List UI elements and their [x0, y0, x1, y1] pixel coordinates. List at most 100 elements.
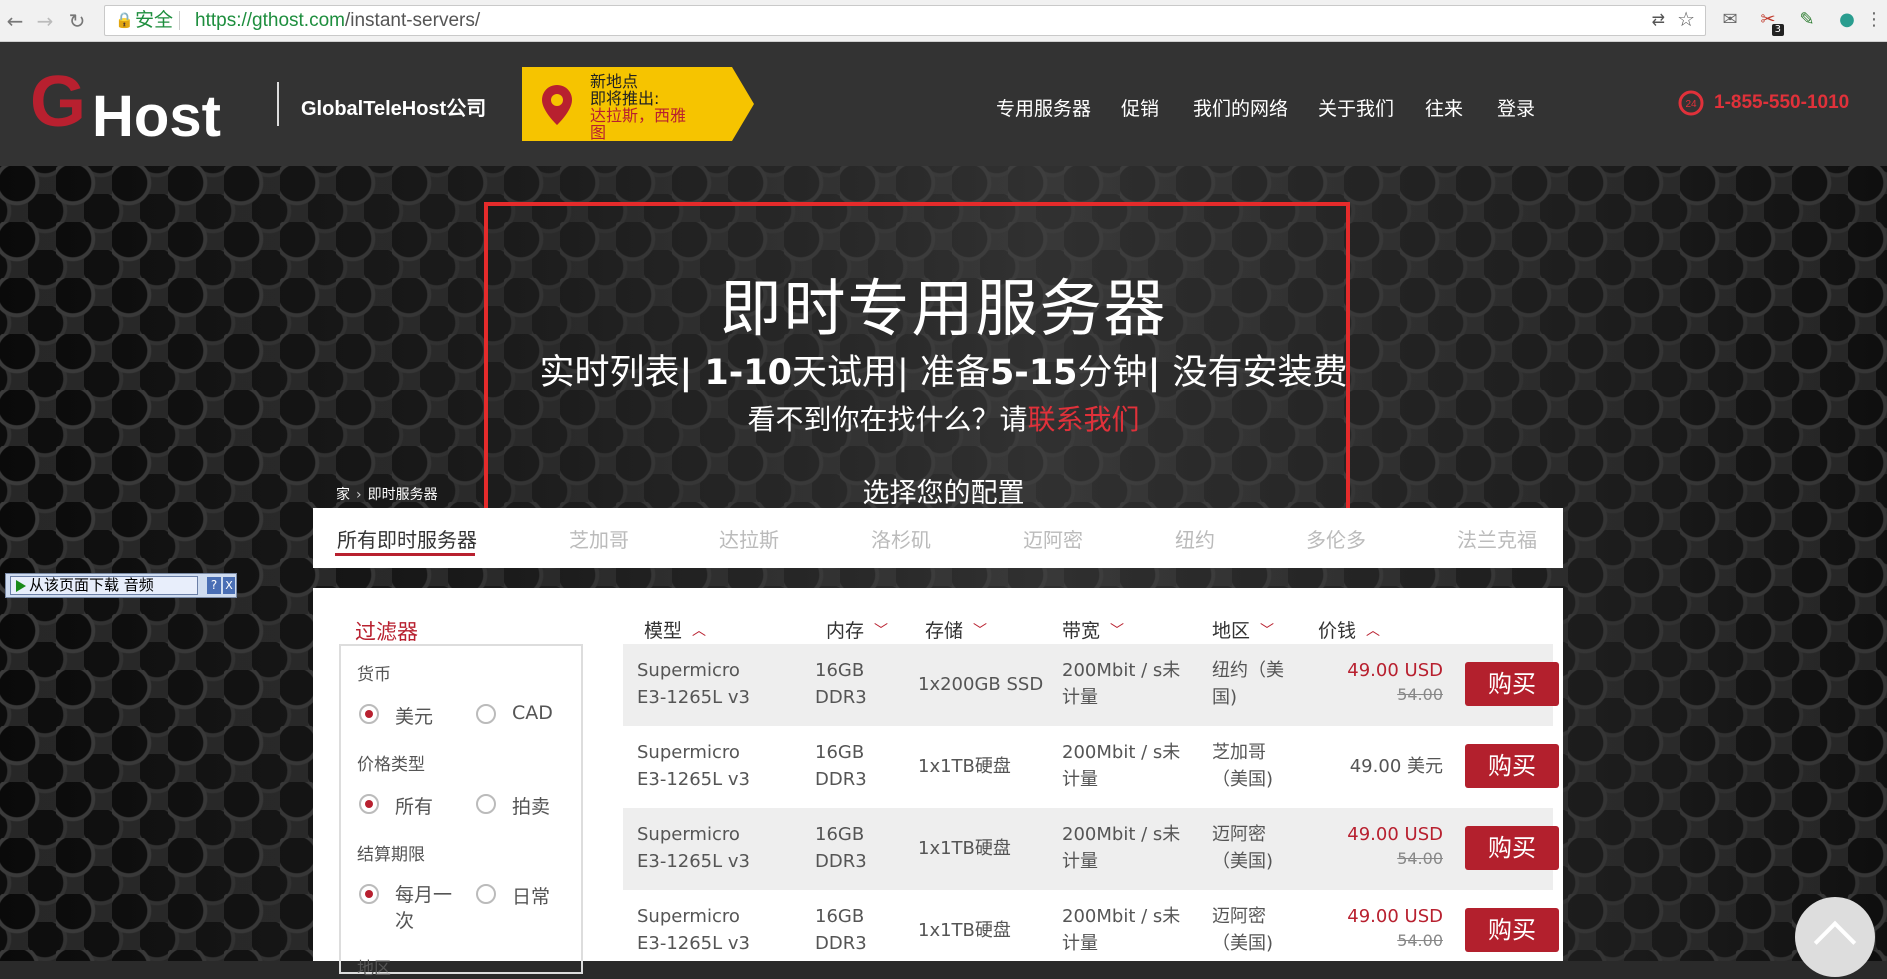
- currency-cad-label[interactable]: CAD: [512, 702, 553, 724]
- contact-prompt: 看不到你在找什么？请: [747, 403, 1028, 436]
- billing-monthly-label[interactable]: 每月一次: [395, 882, 459, 934]
- sort-up-icon: ︿: [692, 623, 707, 639]
- col-price[interactable]: 价钱 ︿: [1318, 616, 1380, 643]
- price-type-auction-radio[interactable]: [476, 794, 496, 814]
- billing-monthly-radio[interactable]: [359, 884, 379, 904]
- ram-line1: 16GB: [815, 824, 865, 845]
- promo-line1: 新地点: [590, 72, 639, 91]
- mail-extension-icon[interactable]: ✉: [1718, 8, 1742, 32]
- buy-button[interactable]: 购买: [1465, 826, 1559, 870]
- tab-frankfurt[interactable]: 法兰克福: [1457, 524, 1537, 553]
- model-line1: Supermicro: [637, 824, 740, 845]
- sort-down-icon: ﹀: [874, 623, 889, 639]
- ram-line1: 16GB: [815, 742, 865, 763]
- model-line1: Supermicro: [637, 742, 740, 763]
- nav-about-us[interactable]: 关于我们: [1318, 94, 1394, 121]
- company-name: GlobalTeleHost公司: [301, 98, 487, 120]
- ram-cell: 16GB DDR3: [815, 821, 867, 875]
- buy-button[interactable]: 购买: [1465, 908, 1559, 952]
- tab-miami[interactable]: 迈阿密: [1023, 524, 1083, 553]
- scroll-to-top-button[interactable]: [1795, 897, 1875, 977]
- model-cell: Supermicro E3-1265L v3: [637, 739, 750, 793]
- currency-usd-radio[interactable]: [359, 704, 379, 724]
- download-audio-button[interactable]: 从该页面下载 音频: [10, 576, 198, 595]
- tab-all-instant-servers[interactable]: 所有即时服务器: [337, 524, 477, 553]
- region-line1: 迈阿密: [1212, 906, 1266, 927]
- tab-chicago[interactable]: 芝加哥: [569, 524, 629, 553]
- location-tabs: 所有即时服务器 芝加哥 达拉斯 洛杉矶 迈阿密 纽约 多伦多 法兰克福: [313, 508, 1563, 568]
- nav-dedicated-servers[interactable]: 专用服务器: [996, 94, 1091, 121]
- ram-cell: 16GB DDR3: [815, 903, 867, 957]
- sub-ready: | 准备: [897, 353, 990, 393]
- url-domain: https://gthost.com: [195, 10, 345, 31]
- bandwidth-cell: 200Mbit / s未 计量: [1062, 739, 1180, 793]
- contact-us-link[interactable]: 联系我们: [1028, 403, 1140, 436]
- promo-line2: 即将推出:: [590, 89, 660, 108]
- extension-icon[interactable]: ✂ 3: [1756, 8, 1784, 36]
- promo-banner[interactable]: 新地点 即将推出: 达拉斯，西雅 图: [522, 67, 732, 141]
- old-price-cell: 54.00: [1397, 685, 1443, 704]
- col-storage[interactable]: 存储 ﹀: [925, 616, 987, 643]
- model-line1: Supermicro: [637, 660, 740, 681]
- nav-contact[interactable]: 往来: [1425, 94, 1463, 121]
- ram-line2: DDR3: [815, 851, 867, 872]
- tab-dallas[interactable]: 达拉斯: [719, 524, 779, 553]
- help-icon[interactable]: ?: [207, 577, 221, 594]
- evernote-icon[interactable]: ✎: [1795, 8, 1819, 32]
- currency-usd-label[interactable]: 美元: [395, 702, 433, 729]
- tab-los-angeles[interactable]: 洛杉矶: [871, 524, 931, 553]
- logo-text: Host: [92, 84, 221, 149]
- hero-contact-line: 看不到你在找什么？请联系我们: [0, 398, 1887, 438]
- region-line2: 国): [1212, 687, 1238, 708]
- buy-button[interactable]: 购买: [1465, 744, 1559, 788]
- menu-icon[interactable]: ⋮: [1862, 8, 1886, 32]
- billing-daily-radio[interactable]: [476, 884, 496, 904]
- price-type-auction-label[interactable]: 拍卖: [512, 792, 550, 819]
- bandwidth-line2: 计量: [1062, 851, 1098, 872]
- lock-icon: 🔒: [115, 12, 134, 29]
- currency-cad-radio[interactable]: [476, 704, 496, 724]
- sub-minutes: 分钟: [1077, 353, 1148, 393]
- region-line2: （美国): [1212, 933, 1274, 954]
- phone-number[interactable]: 1-855-550-1010: [1714, 92, 1849, 114]
- tab-new-york[interactable]: 纽约: [1175, 524, 1215, 553]
- buy-button[interactable]: 购买: [1465, 662, 1559, 706]
- nav-promotions[interactable]: 促销: [1121, 94, 1159, 121]
- ram-line1: 16GB: [815, 906, 865, 927]
- close-icon[interactable]: X: [223, 577, 235, 594]
- sub-realtime: 实时列表: [539, 353, 680, 393]
- reload-icon[interactable]: ↻: [64, 8, 90, 34]
- col-ram[interactable]: 内存 ﹀: [826, 616, 888, 643]
- bandwidth-cell: 200Mbit / s未 计量: [1062, 657, 1180, 711]
- promo-arrow: [732, 67, 754, 141]
- translate-icon[interactable]: ⇄: [1652, 6, 1665, 35]
- back-icon[interactable]: ←: [2, 8, 28, 34]
- sub-trial: 天试用: [792, 353, 898, 393]
- gthost-logo[interactable]: G Host: [30, 66, 240, 146]
- region-cell: 迈阿密 （美国): [1212, 903, 1273, 957]
- old-price-cell: 54.00: [1397, 849, 1443, 868]
- old-price-cell: 54.00: [1397, 931, 1443, 950]
- ram-cell: 16GB DDR3: [815, 657, 867, 711]
- address-bar[interactable]: 🔒 安全 https://gthost.com/instant-servers/…: [104, 5, 1706, 36]
- region-cell: 迈阿密 （美国): [1212, 821, 1273, 875]
- price-type-all-radio[interactable]: [359, 794, 379, 814]
- col-model[interactable]: 模型 ︿: [644, 616, 706, 643]
- promo-line4: 图: [590, 123, 607, 142]
- col-bandwidth[interactable]: 带宽 ﹀: [1062, 616, 1124, 643]
- bookmark-star-icon[interactable]: ☆: [1677, 6, 1695, 35]
- bandwidth-line1: 200Mbit / s未: [1062, 906, 1181, 927]
- choose-config-heading: 选择您的配置: [862, 478, 1025, 509]
- nav-our-network[interactable]: 我们的网络: [1193, 94, 1288, 121]
- globe-extension-icon[interactable]: ●: [1835, 8, 1859, 32]
- logo-letter: G: [30, 62, 87, 142]
- storage-cell: 1x1TB硬盘: [918, 920, 1011, 941]
- nav-login[interactable]: 登录: [1497, 94, 1535, 121]
- col-region[interactable]: 地区 ﹀: [1212, 616, 1274, 643]
- bandwidth-line2: 计量: [1062, 769, 1098, 790]
- forward-icon[interactable]: →: [32, 8, 58, 34]
- billing-daily-label[interactable]: 日常: [512, 882, 550, 909]
- tab-toronto[interactable]: 多伦多: [1306, 524, 1366, 553]
- bandwidth-cell: 200Mbit / s未 计量: [1062, 821, 1180, 875]
- price-type-all-label[interactable]: 所有: [395, 792, 433, 819]
